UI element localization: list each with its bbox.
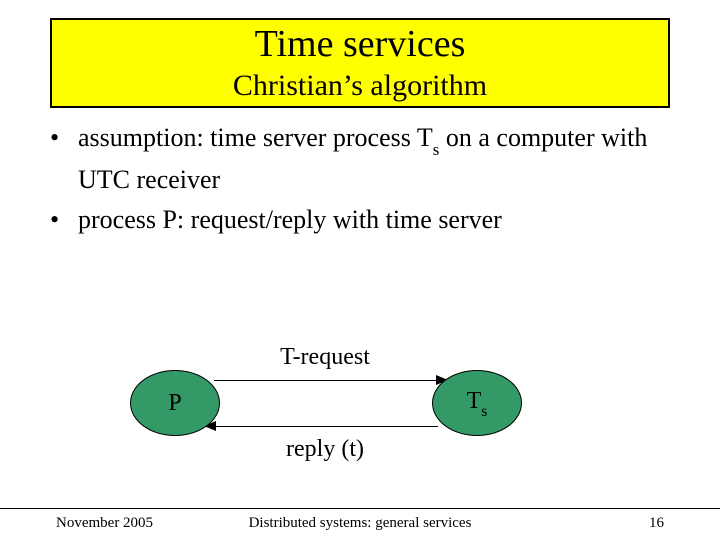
bullet-segment: assumption: time server process T xyxy=(78,123,433,152)
bullet-item: • assumption: time server process Ts on … xyxy=(50,118,670,201)
slide-subtitle: Christian’s algorithm xyxy=(52,68,668,104)
footer-title: Distributed systems: general services xyxy=(0,515,720,532)
subscript: s xyxy=(433,140,440,159)
node-ts-label: Ts xyxy=(467,388,488,419)
arrow-reply-label: reply (t) xyxy=(230,436,420,463)
bullet-segment: process P: request/reply with time serve… xyxy=(78,205,502,234)
bullet-text: process P: request/reply with time serve… xyxy=(78,200,670,240)
footer: November 2005 Distributed systems: gener… xyxy=(0,508,720,536)
node-p-label: P xyxy=(168,390,181,417)
diagram: T-request reply (t) P Ts xyxy=(0,318,720,488)
node-ts-sub: s xyxy=(481,403,487,420)
arrow-request-label: T-request xyxy=(230,344,420,371)
arrow-reply-line xyxy=(216,426,438,427)
bullet-item: • process P: request/reply with time ser… xyxy=(50,200,670,240)
node-ts: Ts xyxy=(432,370,522,436)
bullet-text: assumption: time server process Ts on a … xyxy=(78,118,670,201)
title-banner: Time services Christian’s algorithm xyxy=(50,18,670,108)
footer-page-number: 16 xyxy=(649,515,664,532)
bullet-marker: • xyxy=(50,118,78,201)
node-ts-base: T xyxy=(467,388,482,414)
bullet-list: • assumption: time server process Ts on … xyxy=(50,118,670,241)
node-p: P xyxy=(130,370,220,436)
bullet-marker: • xyxy=(50,200,78,240)
arrow-request-line xyxy=(214,380,436,381)
slide-title: Time services xyxy=(52,24,668,66)
